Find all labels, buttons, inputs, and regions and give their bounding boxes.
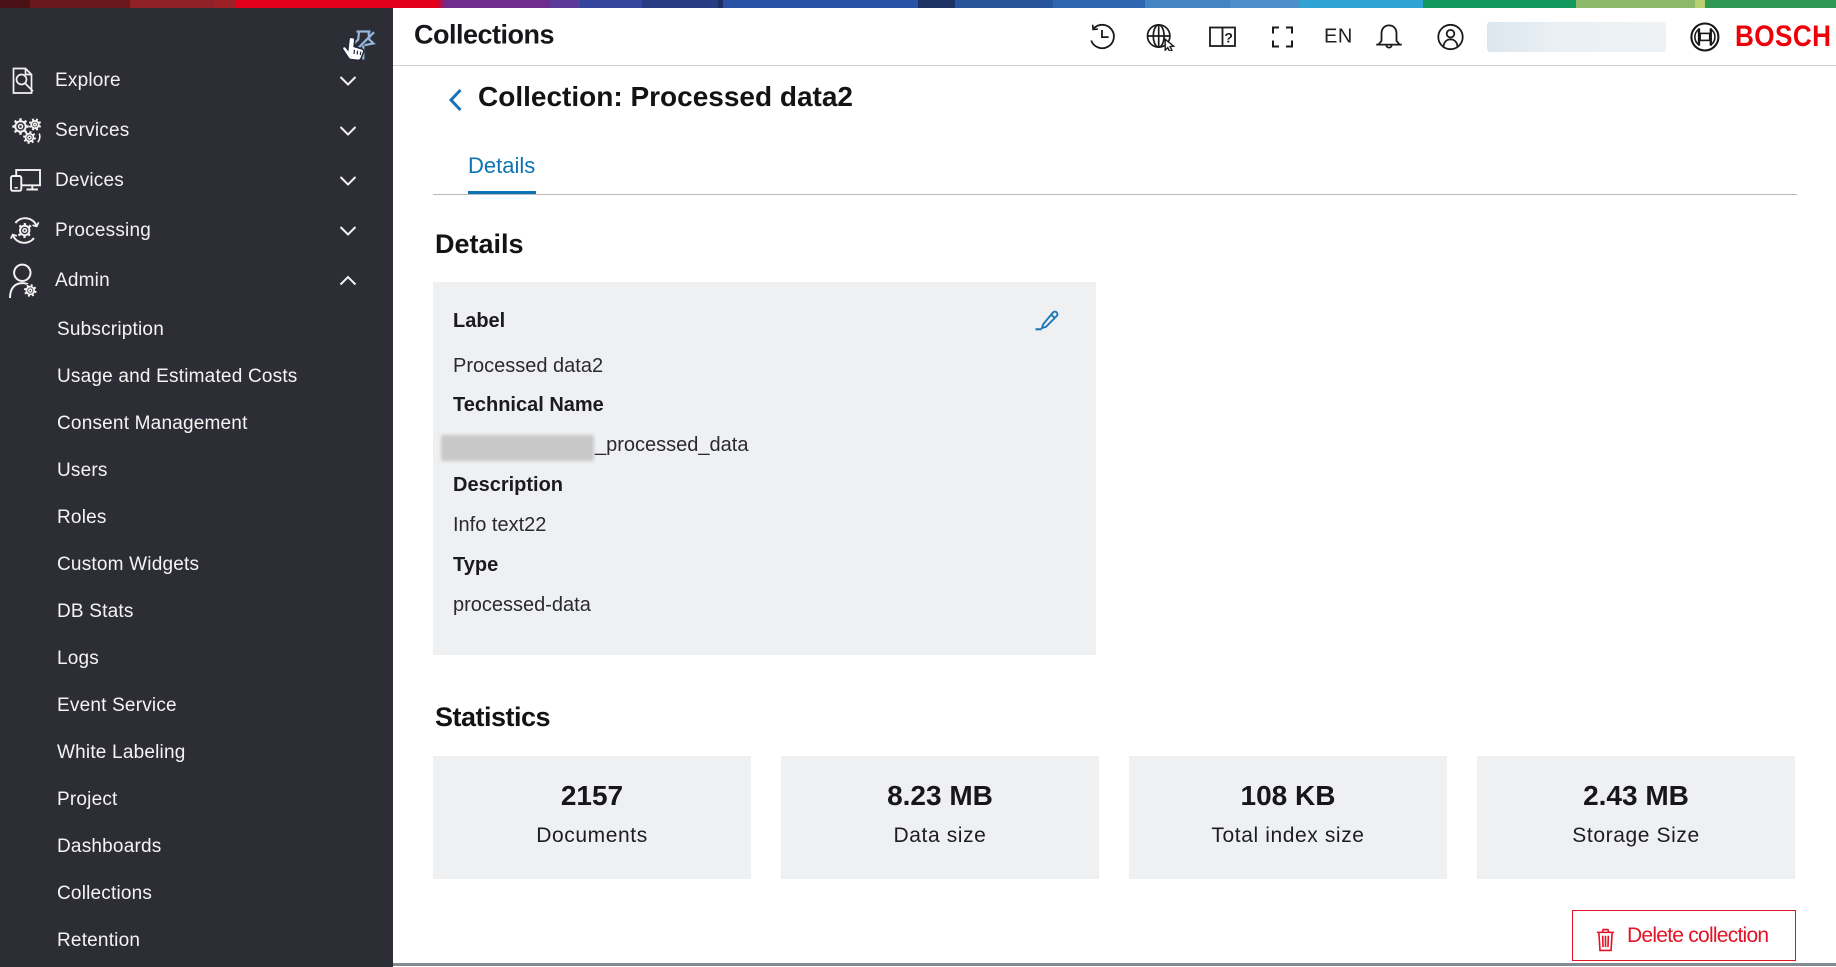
svg-text:?: ? <box>1224 29 1233 45</box>
